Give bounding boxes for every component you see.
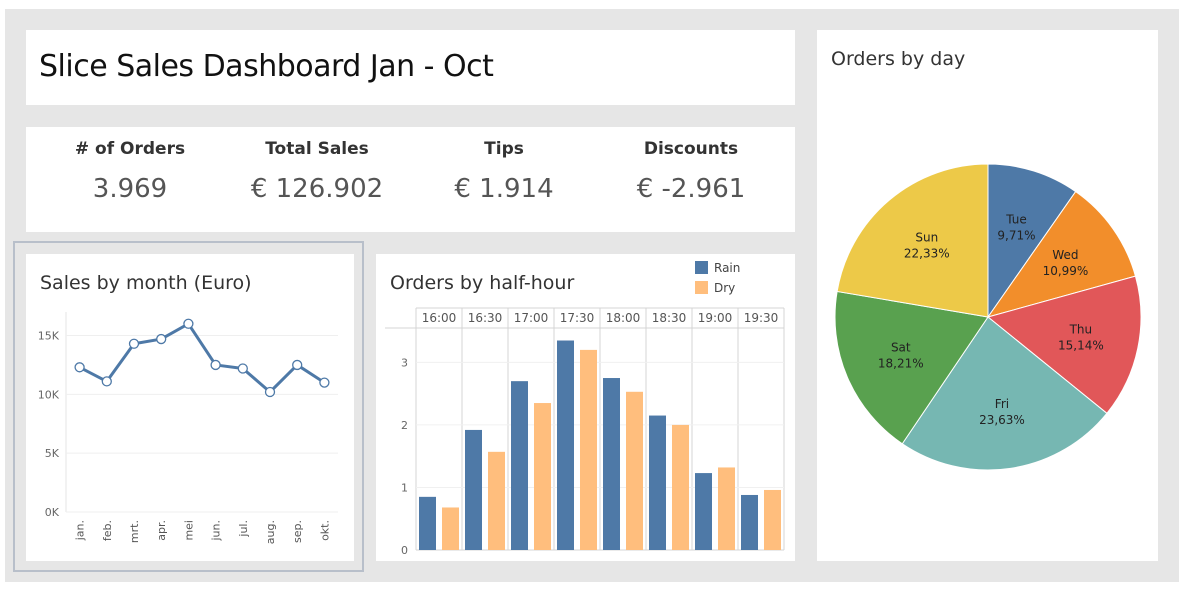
y-tick-label: 2 xyxy=(401,419,408,432)
data-point xyxy=(101,376,112,387)
legend-label: Rain xyxy=(714,261,740,275)
legend-swatch xyxy=(695,261,708,274)
rain-bar xyxy=(557,340,574,550)
dry-bar xyxy=(626,391,643,550)
rain-bar xyxy=(649,415,666,550)
orders-by-half-hour-chart: Rain Dry 0 1 2 3 16:00 16:30 17:00 17:30 18:00 18:3… xyxy=(385,261,785,557)
rain-bar xyxy=(741,494,758,550)
slice-percent: 10,99% xyxy=(1043,264,1089,278)
dry-bar xyxy=(718,467,735,550)
column-header-label: 18:00 xyxy=(606,311,641,325)
x-tick-label: jun. xyxy=(210,520,223,542)
rain-bar xyxy=(603,378,620,550)
kpi-value: 3.969 xyxy=(92,174,168,204)
kpi-label: # of Orders xyxy=(74,139,186,159)
x-tick-label: mei xyxy=(182,520,195,541)
data-point xyxy=(264,386,276,398)
x-tick-label: apr. xyxy=(155,520,168,541)
kpi-panel: # of Orders 3.969 Total Sales € 126.902 … xyxy=(26,127,795,232)
pie-slice-sun xyxy=(836,163,989,318)
y-tick-label: 15K xyxy=(38,330,60,343)
column-header-label: 17:00 xyxy=(514,311,549,325)
y-tick-label: 5K xyxy=(45,447,60,460)
column-header-label: 17:30 xyxy=(560,311,595,325)
x-tick-label: sep. xyxy=(291,520,304,543)
sales-line xyxy=(78,322,326,394)
dry-bar xyxy=(764,489,781,550)
dry-bar xyxy=(488,451,505,550)
dry-bar xyxy=(672,424,689,550)
column-header-label: 16:00 xyxy=(422,311,457,325)
kpi-label: Total Sales xyxy=(265,139,369,159)
y-tick-label: 0 xyxy=(401,544,408,557)
title-panel: Slice Sales Dashboard Jan - Oct xyxy=(26,30,795,105)
slice-percent: 9,71% xyxy=(997,229,1035,243)
slice-percent: 18,21% xyxy=(878,356,924,370)
kpi-value: € 1.914 xyxy=(454,174,554,204)
sales-by-month-chart: 0K 5K 10K 15K jan. feb. mrt. apr. mei jun. jul. aug… xyxy=(38,312,338,544)
orders-by-half-hour-panel[interactable]: Orders by half-hour Rain Dry 0 1 2 3 16:00 16:3… xyxy=(376,254,795,561)
slice-label: Fri xyxy=(995,397,1009,411)
rain-bar xyxy=(695,473,712,550)
rain-bar xyxy=(511,381,528,550)
slice-percent: 22,33% xyxy=(904,247,950,261)
y-tick-label: 0K xyxy=(45,506,60,519)
column-header-label: 19:30 xyxy=(744,311,779,325)
data-point xyxy=(237,363,248,374)
kpi-tips: Tips € 1.914 xyxy=(409,127,599,232)
x-tick-label: jul. xyxy=(237,520,250,538)
x-tick-label: okt. xyxy=(318,520,331,541)
y-tick-label: 1 xyxy=(401,481,408,494)
x-tick-label: mrt. xyxy=(128,520,141,543)
data-point xyxy=(292,359,303,371)
x-tick-label: jan. xyxy=(74,520,87,541)
kpi-label: Discounts xyxy=(643,139,739,159)
slice-label: Thu xyxy=(1069,322,1093,336)
legend-swatch xyxy=(695,281,708,294)
orders-by-day-panel[interactable]: Orders by day Tue 9,71% Wed 10,99% Thu 15,14%… xyxy=(817,30,1158,561)
data-point xyxy=(183,318,194,329)
kpi-label: Tips xyxy=(484,139,524,159)
data-point xyxy=(74,362,85,373)
y-tick-label: 3 xyxy=(401,356,408,369)
legend-label: Dry xyxy=(714,281,735,295)
column-header-label: 19:00 xyxy=(698,311,733,325)
x-tick-label: feb. xyxy=(101,520,114,541)
page-title: Slice Sales Dashboard Jan - Oct xyxy=(39,49,494,84)
slice-label: Tue xyxy=(1005,213,1027,227)
rain-bar xyxy=(465,429,482,550)
data-point xyxy=(210,359,221,371)
orders-by-day-chart: Tue 9,71% Wed 10,99% Thu 15,14% Fri 23,63% Sat 18… xyxy=(834,163,1142,471)
dry-bar xyxy=(442,507,459,550)
column-header-label: 18:30 xyxy=(652,311,687,325)
slice-percent: 23,63% xyxy=(979,413,1025,427)
slice-label: Sun xyxy=(915,231,938,245)
data-point xyxy=(156,333,167,345)
data-point xyxy=(319,377,330,388)
slice-label: Wed xyxy=(1052,248,1078,262)
column-header-label: 16:30 xyxy=(468,311,503,325)
y-tick-label: 10K xyxy=(38,388,60,401)
sales-by-month-panel[interactable]: Sales by month (Euro) 0K 5K 10K 15K jan. feb.… xyxy=(26,254,354,561)
slice-percent: 15,14% xyxy=(1058,338,1104,352)
x-tick-label: aug. xyxy=(264,520,277,544)
dry-bar xyxy=(580,349,597,550)
data-point xyxy=(128,338,140,349)
kpi-discounts: Discounts € -2.961 xyxy=(596,127,786,232)
rain-bar xyxy=(419,496,436,550)
dry-bar xyxy=(534,403,551,550)
slice-label: Sat xyxy=(891,340,911,354)
kpi-total-sales: Total Sales € 126.902 xyxy=(222,127,412,232)
kpi-orders: # of Orders 3.969 xyxy=(35,127,225,232)
kpi-value: € 126.902 xyxy=(250,174,384,204)
kpi-value: € -2.961 xyxy=(636,174,746,204)
